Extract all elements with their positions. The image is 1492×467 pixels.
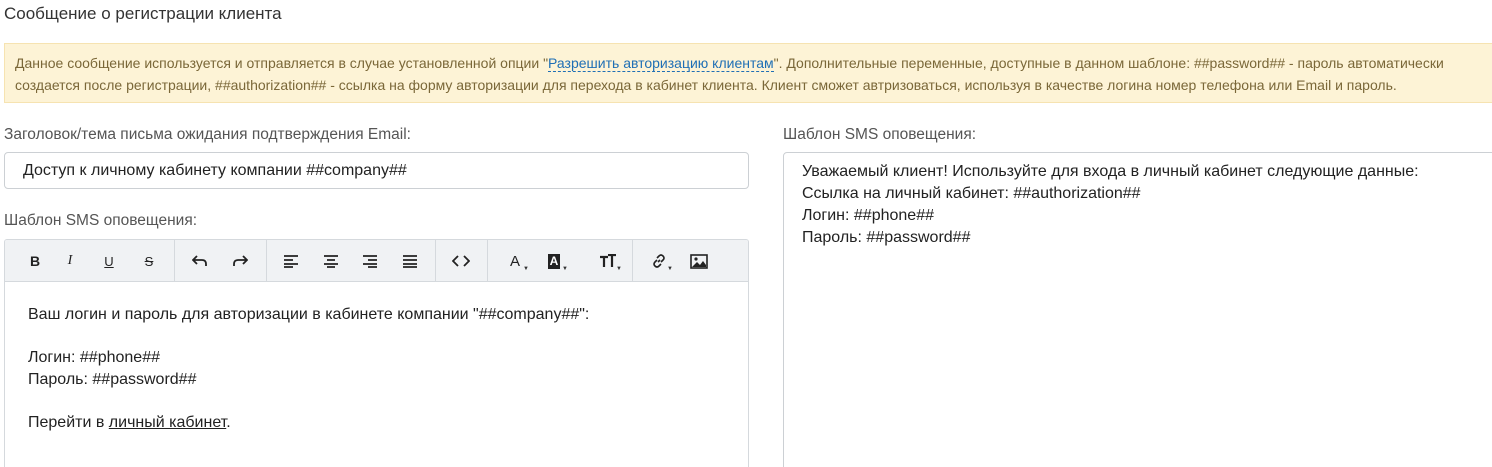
editor-paragraph: Логин: ##phone## [28,349,160,366]
font-color-icon: A [509,252,520,270]
redo-button[interactable] [227,249,253,273]
code-view-button[interactable] [448,249,474,273]
align-center-icon [324,255,338,268]
rich-text-editor: B I U S A ▼ A ▼ ▼ ▼ Ваш логин и пароль д… [4,239,749,467]
text-height-icon [600,254,616,267]
undo-button[interactable] [187,249,213,273]
chevron-down-icon: ▼ [667,266,673,272]
bold-button[interactable]: B [22,249,48,273]
toolbar-separator [266,240,267,282]
background-color-button[interactable]: A ▼ [541,249,568,273]
editor-paragraph: Пароль: ##password## [28,370,197,388]
editor-content[interactable]: Ваш логин и пароль для авторизации в каб… [5,282,748,455]
code-icon [452,255,470,267]
toolbar-separator [435,240,436,282]
align-center-button[interactable] [318,249,344,273]
sms-line: Уважаемый клиент! Используйте для входа … [802,163,1419,180]
editor-link-suffix: . [226,413,231,431]
image-icon [690,253,708,269]
editor-toolbar: B I U S A ▼ A ▼ ▼ ▼ [5,240,748,282]
toolbar-separator [632,240,633,282]
sms-line: Логин: ##phone## [802,207,934,224]
link-icon [653,254,665,268]
insert-image-button[interactable] [686,249,712,273]
sms-template-label: Шаблон SMS оповещения: [783,126,977,143]
notice-line-1: Данное сообщение используется и отправля… [15,52,1486,74]
editor-empty-line [28,390,725,412]
font-size-button[interactable]: ▼ [595,249,622,273]
toolbar-separator [174,240,175,282]
editor-paragraph: Ваш логин и пароль для авторизации в каб… [28,306,590,323]
info-notice: Данное сообщение используется и отправля… [4,43,1492,103]
notice-text-after-link: ". Дополнительные переменные, доступные … [773,55,1444,71]
email-subject-input[interactable]: Доступ к личному кабинету компании ##com… [4,152,749,189]
background-color-icon: A [547,253,561,269]
undo-icon [192,255,207,266]
editor-link-prefix: Перейти в [28,413,109,431]
strikethrough-button[interactable]: S [136,249,162,273]
editor-empty-line [28,326,725,348]
toolbar-separator [487,240,488,282]
align-left-button[interactable] [278,249,304,273]
redo-icon [233,255,248,266]
align-right-icon [363,255,377,268]
insert-link-button[interactable]: ▼ [646,249,673,273]
email-subject-label: Заголовок/тема письма ожидания подтвержд… [4,126,411,143]
personal-cabinet-link[interactable]: личный кабинет [109,414,226,431]
chevron-down-icon: ▼ [562,266,568,272]
align-justify-button[interactable] [397,249,423,273]
sms-line: Ссылка на личный кабинет: ##authorizatio… [802,185,1141,202]
align-left-icon [284,255,298,268]
font-color-button[interactable]: A ▼ [502,249,529,273]
sms-template-textarea[interactable]: Уважаемый клиент! Используйте для входа … [783,152,1492,467]
notice-line-2: создается после регистрации, ##authoriza… [15,77,1397,93]
allow-client-auth-link[interactable]: Разрешить авторизацию клиентам [548,55,774,72]
email-template-label: Шаблон SMS оповещения: [4,212,198,229]
chevron-down-icon: ▼ [616,266,622,272]
italic-button[interactable]: I [57,249,83,273]
underline-button[interactable]: U [96,249,122,273]
sms-line: Пароль: ##password## [802,229,971,246]
editor-paragraph: Перейти в личный кабинет. [28,412,725,434]
align-justify-icon [403,255,417,268]
page-title: Сообщение о регистрации клиента [4,4,282,23]
notice-text-before-link: Данное сообщение используется и отправля… [15,55,549,71]
chevron-down-icon: ▼ [523,266,529,272]
align-right-button[interactable] [357,249,383,273]
